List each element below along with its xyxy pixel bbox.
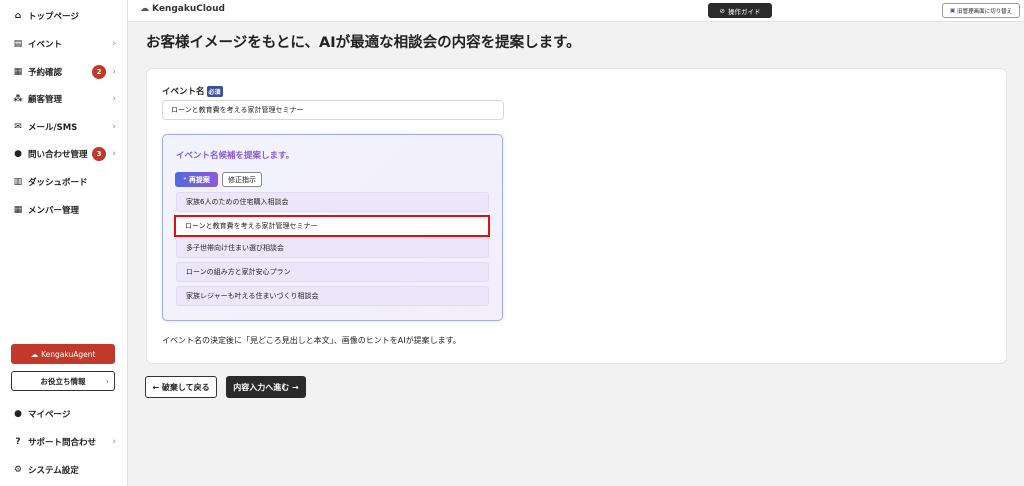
sidebar-item-dashboard[interactable]: ▥ ダッシュボード — [0, 171, 128, 193]
candidate-item[interactable]: 家族6人のための住宅購入相談会 — [176, 192, 489, 212]
sidebar-item-label: 問い合わせ管理 — [28, 150, 88, 160]
sidebar-item-label: イベント — [28, 40, 63, 50]
sidebar-item-reservation[interactable]: ▦ 予約確認 2 › — [0, 61, 128, 83]
candidate-item[interactable]: 多子世帯向け住まい選び相談会 — [176, 238, 489, 258]
page-title: お客様イメージをもとに、AIが最適な相談会の内容を提案します。 — [146, 35, 581, 51]
people-icon: ⁂ — [13, 94, 23, 104]
guide-label: 操作ガイド — [727, 7, 761, 16]
chevron-right-icon: › — [112, 39, 116, 49]
document-icon: ▤ — [13, 39, 23, 49]
suggestion-title: イベント名候補を提案します。 — [176, 151, 295, 161]
hint-text: イベント名の決定後に「見どころ見出しと本文」、画像のヒントをAIが提案します。 — [162, 336, 461, 345]
cloud-icon: ☁ — [140, 4, 149, 14]
grid-icon: ▦ — [13, 205, 23, 215]
sidebar: ⌂ トップページ ▤ イベント › ▦ 予約確認 2 › ⁂ 顧客管理 › ✉ … — [0, 0, 128, 486]
regenerate-label: 再提案 — [188, 175, 210, 184]
candidate-item[interactable]: ローンの組み方と家計安心プラン — [176, 262, 489, 282]
sidebar-item-top[interactable]: ⌂ トップページ — [0, 5, 128, 27]
mail-icon: ✉ — [14, 122, 22, 132]
switch-legacy-button[interactable]: ▣ 旧管理画面に切り替え — [942, 3, 1020, 18]
sidebar-item-customers[interactable]: ⁂ 顧客管理 › — [0, 88, 128, 110]
cloud-icon: ☁ — [30, 349, 39, 359]
sidebar-item-mypage[interactable]: ● マイページ — [0, 403, 128, 425]
window-icon: ▣ — [949, 7, 956, 14]
sidebar-item-label: トップページ — [28, 12, 79, 22]
info-button-label: お役立ち情報 — [40, 376, 86, 386]
event-name-input[interactable] — [162, 100, 504, 120]
switch-label: 旧管理画面に切り替え — [957, 8, 1013, 15]
user-icon: ● — [14, 409, 22, 419]
event-name-label-text: イベント名 — [162, 87, 205, 97]
chevron-right-icon: › — [112, 122, 116, 132]
chevron-right-icon: › — [105, 376, 109, 386]
agent-button-label: KengakuAgent — [41, 349, 96, 359]
count-badge: 3 — [92, 147, 106, 161]
regenerate-button[interactable]: ⁺ 再提案 — [175, 172, 218, 187]
sidebar-item-mail[interactable]: ✉ メール/SMS › — [0, 116, 128, 138]
sparkle-icon: ⁺ — [183, 175, 187, 184]
sidebar-item-members[interactable]: ▦ メンバー管理 — [0, 199, 128, 221]
chevron-right-icon: › — [112, 67, 116, 77]
event-name-label: イベント名 必須 — [162, 85, 223, 97]
required-badge: 必須 — [206, 85, 223, 97]
help-icon: ? — [15, 437, 21, 447]
sidebar-item-support[interactable]: ? サポート問合わせ › — [0, 431, 128, 453]
sidebar-item-settings[interactable]: ⚙ システム設定 — [0, 459, 128, 481]
calendar-icon: ▦ — [13, 67, 23, 77]
kengaku-agent-button[interactable]: ☁ KengakuAgent — [11, 344, 115, 364]
chevron-right-icon: › — [112, 94, 116, 104]
sidebar-item-label: ダッシュボード — [28, 178, 88, 188]
chevron-right-icon: › — [112, 437, 116, 447]
sidebar-item-label: 予約確認 — [28, 68, 63, 78]
sidebar-item-label: サポート問合わせ — [28, 438, 97, 448]
sidebar-item-inquiries[interactable]: ● 問い合わせ管理 3 › — [0, 143, 128, 165]
revise-instruction-button[interactable]: 修正指示 — [222, 172, 262, 187]
sidebar-item-event[interactable]: ▤ イベント › — [0, 33, 128, 55]
count-badge: 2 — [92, 65, 106, 79]
sidebar-item-label: 顧客管理 — [28, 95, 63, 105]
sidebar-item-label: メンバー管理 — [28, 206, 80, 216]
top-header: ☁ KengakuCloud ⊘ 操作ガイド ▣ 旧管理画面に切り替え — [128, 0, 1024, 22]
logo-text: KengakuCloud — [152, 4, 225, 14]
sidebar-item-label: メール/SMS — [28, 123, 78, 133]
home-icon: ⌂ — [14, 11, 22, 21]
proceed-button[interactable]: 内容入力へ進む → — [226, 376, 306, 398]
gear-icon: ⚙ — [13, 465, 23, 475]
chat-icon: ● — [14, 149, 22, 159]
compass-icon: ⊘ — [719, 6, 725, 15]
operation-guide-button[interactable]: ⊘ 操作ガイド — [708, 3, 772, 18]
sidebar-item-label: マイページ — [28, 410, 71, 420]
discard-back-button[interactable]: ← 破棄して戻る — [145, 376, 217, 398]
useful-info-button[interactable]: お役立ち情報 › — [11, 371, 115, 391]
chart-icon: ▥ — [13, 177, 23, 187]
candidate-item[interactable]: 家族レジャーも叶える住まいづくり相談会 — [176, 286, 489, 306]
candidate-item-selected[interactable]: ローンと教育費を考える家計管理セミナー — [174, 215, 490, 237]
sidebar-item-label: システム設定 — [28, 466, 79, 476]
logo[interactable]: ☁ KengakuCloud — [140, 4, 225, 14]
chevron-right-icon: › — [112, 149, 116, 159]
